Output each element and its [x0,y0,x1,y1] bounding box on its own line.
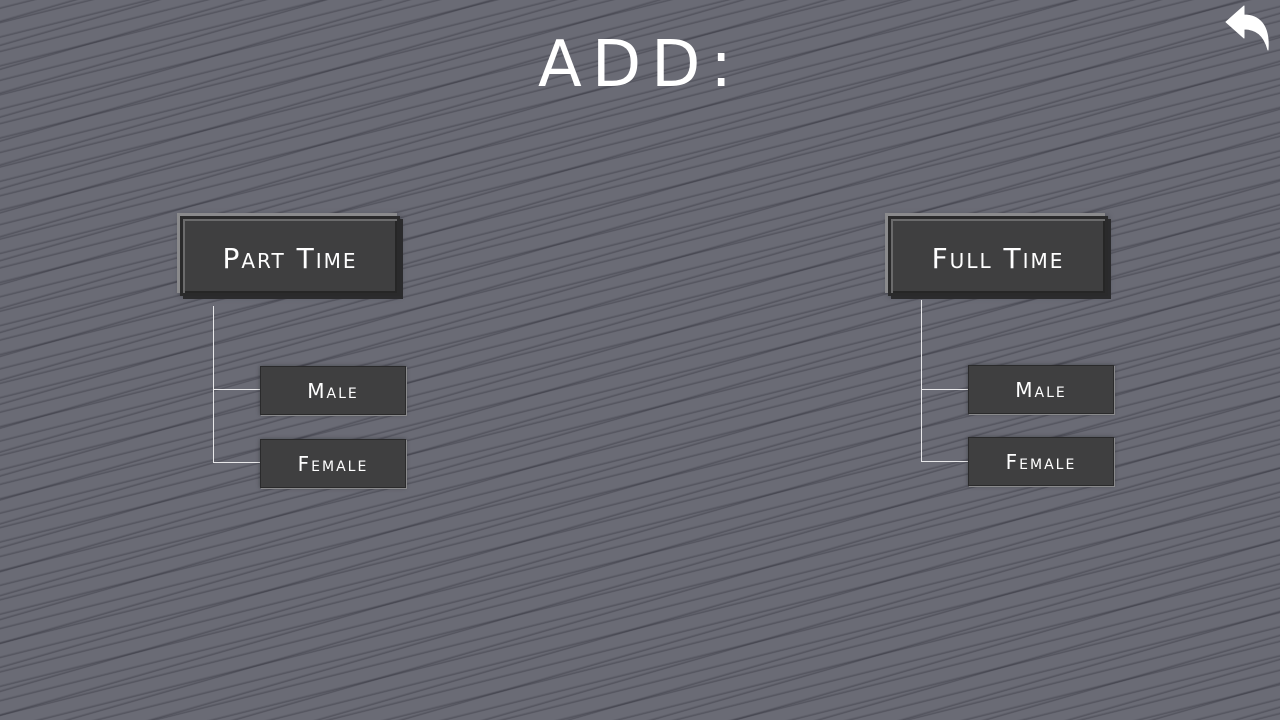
full-time-male-button[interactable]: Male [968,365,1114,414]
part-time-connector-female [213,462,260,463]
part-time-female-button[interactable]: Female [260,439,406,488]
full-time-connector-male [921,389,968,390]
back-button[interactable] [1222,2,1274,54]
full-time-connector-vertical [921,300,922,462]
part-time-connector-male [213,389,260,390]
page-title: ADD: [538,28,742,102]
part-time-connector-vertical [213,306,214,463]
full-time-connector-female [921,461,968,462]
part-time-button[interactable]: Part Time [180,216,400,296]
undo-arrow-icon [1225,5,1269,51]
full-time-female-button[interactable]: Female [968,437,1114,486]
full-time-button[interactable]: Full Time [888,216,1108,296]
part-time-male-button[interactable]: Male [260,366,406,415]
